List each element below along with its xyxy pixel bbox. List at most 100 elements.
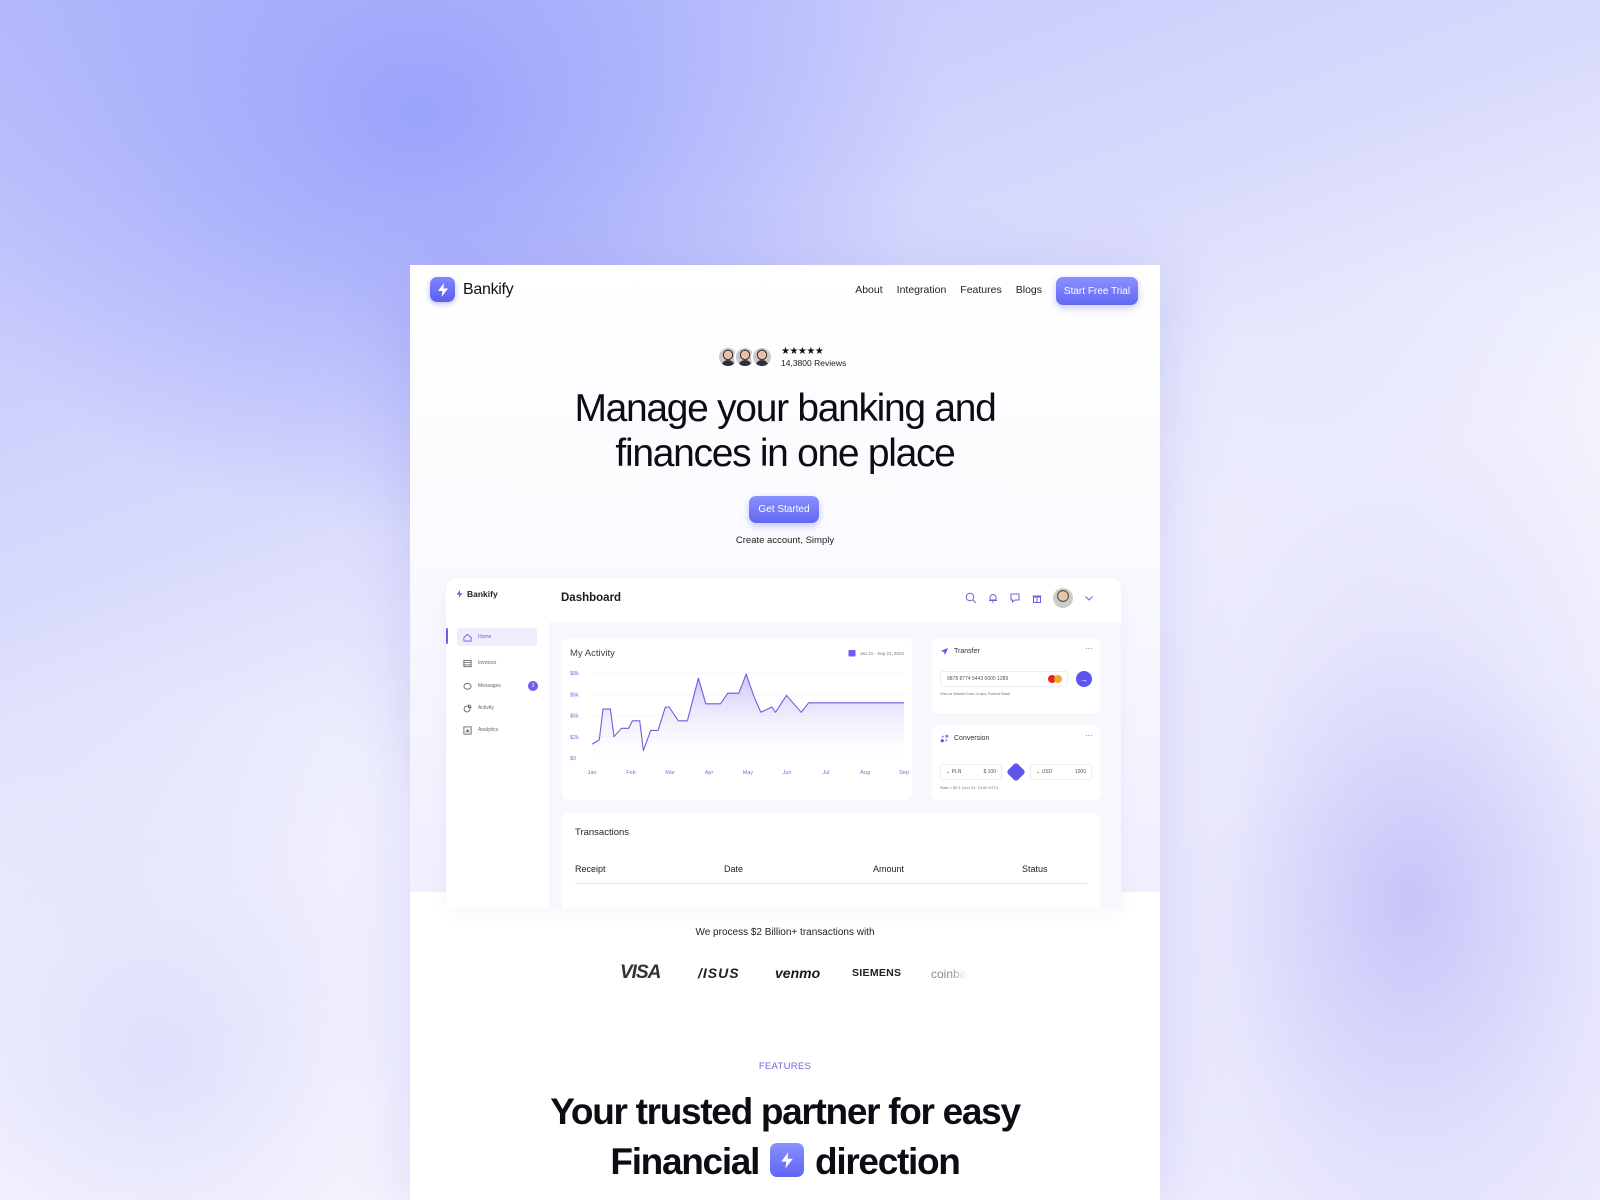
x-tick-label: Aug bbox=[860, 770, 870, 776]
sidebar-item-label: Invoices bbox=[478, 660, 497, 666]
chat-icon[interactable] bbox=[1009, 592, 1021, 604]
sidebar-item-activity[interactable]: Activity bbox=[457, 699, 537, 717]
landing-page: Bankify About Integration Features Blogs… bbox=[410, 265, 1160, 1200]
y-tick-label: $0 bbox=[570, 756, 576, 762]
conversion-card: Conversion ··· ⌄ PLN $ 100 ⌄ USD 1000 Ra… bbox=[932, 725, 1100, 800]
more-options-icon[interactable]: ··· bbox=[1085, 731, 1093, 740]
chevron-down-icon[interactable] bbox=[1083, 592, 1095, 604]
brand-logo[interactable]: Bankify bbox=[430, 277, 514, 302]
dashboard-title: Dashboard bbox=[561, 592, 622, 604]
x-tick-label: Jul bbox=[822, 770, 829, 776]
sidebar-item-analytics[interactable]: Analytics bbox=[457, 721, 537, 739]
x-tick-label: Feb bbox=[626, 770, 635, 776]
conversion-icon bbox=[940, 734, 949, 743]
get-started-button[interactable]: Get Started bbox=[749, 496, 819, 523]
y-tick-label: $2k bbox=[570, 735, 579, 741]
reviews-summary: ★★★★★ 14,3800 Reviews bbox=[717, 346, 846, 368]
asus-logo: /ISUS bbox=[698, 965, 740, 981]
bell-icon[interactable] bbox=[987, 592, 999, 604]
messages-badge: 3 bbox=[528, 681, 538, 691]
search-icon[interactable] bbox=[965, 592, 977, 604]
nav-link-blogs[interactable]: Blogs bbox=[1016, 284, 1042, 296]
gift-icon[interactable] bbox=[1031, 592, 1043, 604]
column-amount[interactable]: Amount bbox=[873, 864, 904, 874]
headline-line-1: Manage your banking and bbox=[574, 387, 996, 430]
x-tick-label: Jun bbox=[783, 770, 792, 776]
navbar: Bankify About Integration Features Blogs… bbox=[410, 265, 1160, 319]
swap-currency-button[interactable] bbox=[1006, 762, 1026, 782]
active-indicator bbox=[446, 628, 448, 644]
send-icon bbox=[940, 647, 949, 656]
hero-subtext: Create account, Simply bbox=[735, 535, 835, 546]
x-tick-label: Sep bbox=[899, 770, 909, 776]
conversion-title: Conversion bbox=[954, 735, 990, 742]
dashboard-preview: Bankify Home Invoices Messages 3 Activit… bbox=[446, 578, 1121, 908]
sidebar-item-messages[interactable]: Messages bbox=[457, 677, 537, 695]
visa-logo: VISA bbox=[620, 962, 661, 983]
sidebar-item-home[interactable]: Home bbox=[457, 628, 537, 646]
to-currency: USD bbox=[1041, 769, 1053, 775]
star-rating: ★★★★★ bbox=[781, 346, 824, 357]
lightning-icon bbox=[430, 277, 455, 302]
coinbase-logo: coinbase bbox=[931, 967, 967, 981]
headline-line-2: finances in one place bbox=[615, 432, 955, 475]
sidebar-item-invoices[interactable]: Invoices bbox=[457, 654, 537, 672]
invoice-icon bbox=[463, 659, 472, 667]
column-date[interactable]: Date bbox=[724, 864, 743, 874]
analytics-icon bbox=[463, 725, 472, 735]
venmo-logo: venmo bbox=[775, 965, 821, 981]
activity-card: My Activity Jan 21 - Sep 21, 2022 $0 $2k $… bbox=[562, 638, 912, 800]
nav-link-about[interactable]: About bbox=[855, 284, 882, 296]
sidebar-item-label: Messages bbox=[478, 683, 501, 689]
features-title: Your trusted partner for easy Financial … bbox=[410, 1087, 1160, 1187]
from-currency: PLN bbox=[951, 769, 962, 775]
lightning-icon bbox=[456, 589, 463, 599]
transactions-title: Transactions bbox=[575, 827, 630, 838]
transactions-table-header: Receipt Date Amount Status bbox=[575, 864, 1087, 884]
features-title-word: direction bbox=[815, 1141, 961, 1182]
features-label: FEATURES bbox=[758, 1061, 812, 1072]
column-receipt[interactable]: Receipt bbox=[575, 864, 606, 874]
column-status[interactable]: Status bbox=[1022, 864, 1048, 874]
activity-area bbox=[592, 674, 904, 758]
activity-chart: $0 $2k $5k $6k $8k Jan Feb Mar Apr May Jun Jul Aug Se… bbox=[570, 671, 909, 776]
user-avatar[interactable] bbox=[1053, 588, 1073, 608]
y-tick-label: $5k bbox=[570, 714, 579, 720]
transactions-card: Transactions Receipt Date Amount Status bbox=[562, 813, 1100, 908]
y-tick-label: $6k bbox=[570, 692, 579, 698]
dashboard-brand: Bankify bbox=[456, 589, 498, 599]
sidebar-item-label: Home bbox=[478, 634, 492, 640]
avatar bbox=[751, 346, 773, 368]
card-number-input[interactable]: 9878 8774 5443 0000 1289 bbox=[940, 671, 1068, 687]
brand-name: Bankify bbox=[463, 280, 514, 298]
features-title-line-1: Your trusted partner for easy bbox=[550, 1091, 1021, 1132]
lightning-icon bbox=[770, 1143, 805, 1178]
reviewer-avatars bbox=[717, 346, 773, 368]
to-amount: 1000 bbox=[1074, 769, 1086, 775]
nav-link-features[interactable]: Features bbox=[960, 284, 1001, 296]
transfer-card: Transfer ··· 9878 8774 5443 0000 1289 → … bbox=[932, 638, 1100, 713]
nav-links: About Integration Features Blogs bbox=[855, 284, 1042, 296]
partners-text: We process $2 Billion+ transactions with bbox=[695, 927, 875, 938]
dashboard-brand-name: Bankify bbox=[467, 589, 498, 599]
dashboard-sidebar: Bankify Home Invoices Messages 3 Activit… bbox=[446, 578, 549, 908]
x-tick-label: May bbox=[743, 770, 754, 776]
x-tick-label: Jan bbox=[588, 770, 597, 776]
start-free-trial-button[interactable]: Start Free Trial bbox=[1056, 277, 1138, 305]
nav-link-integration[interactable]: Integration bbox=[897, 284, 947, 296]
reviews-count: 14,3800 Reviews bbox=[781, 358, 847, 368]
to-currency-field[interactable]: ⌄ USD 1000 bbox=[1030, 764, 1092, 780]
sidebar-item-label: Analytics bbox=[478, 727, 499, 733]
message-icon bbox=[463, 682, 472, 690]
dashboard-header: Dashboard bbox=[549, 578, 1121, 622]
hero-headline: Manage your banking and finances in one … bbox=[410, 386, 1160, 476]
home-icon bbox=[463, 633, 472, 642]
more-options-icon[interactable]: ··· bbox=[1085, 644, 1093, 653]
card-number-value: 9878 8774 5443 0000 1289 bbox=[947, 676, 1009, 682]
from-currency-field[interactable]: ⌄ PLN $ 100 bbox=[940, 764, 1002, 780]
features-title-word: Financial bbox=[610, 1141, 760, 1182]
sidebar-item-label: Activity bbox=[478, 705, 494, 711]
send-transfer-button[interactable]: → bbox=[1076, 671, 1092, 687]
transfer-title: Transfer bbox=[954, 648, 980, 655]
x-tick-label: Mar bbox=[665, 770, 675, 776]
